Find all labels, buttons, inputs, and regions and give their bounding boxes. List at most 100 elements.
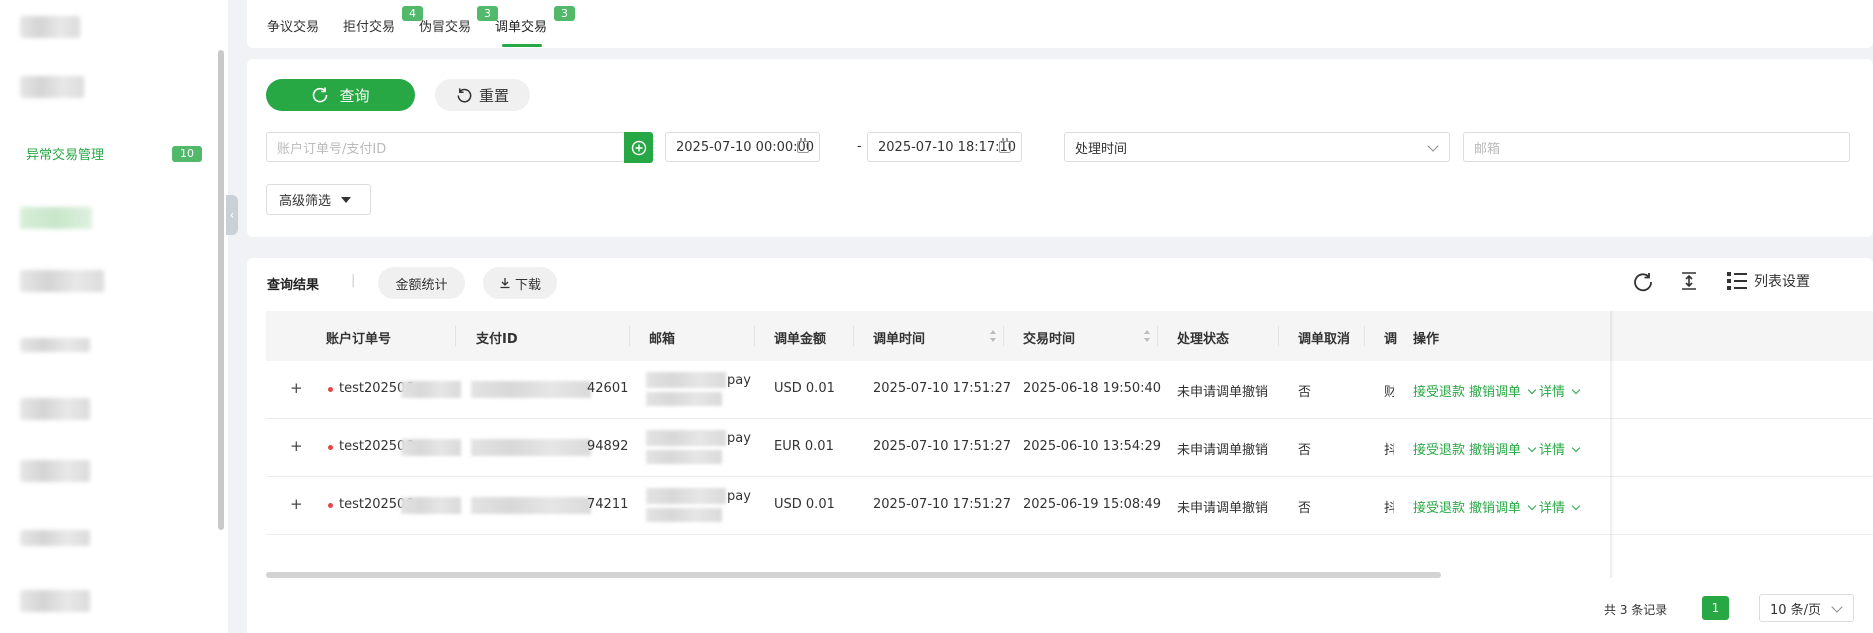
amount-stats-button[interactable]: 金额统计	[378, 267, 465, 299]
start-time-input[interactable]: 2025-07-10 00:00:00	[665, 132, 820, 162]
sidebar-item-label: 异常交易管理	[26, 148, 105, 163]
tab-bar: 争议交易 拒付交易 4 伪冒交易 3 调单交易 3	[247, 0, 1873, 48]
detail-link[interactable]: 详情	[1539, 439, 1581, 458]
revoke-dispute-link[interactable]: 撤销调单	[1469, 439, 1537, 458]
sidebar-item-redacted[interactable]	[20, 270, 104, 292]
chevron-down-icon	[1571, 501, 1581, 511]
sidebar-item-redacted[interactable]	[20, 76, 84, 98]
status-cell: 未申请调单撤销	[1177, 385, 1269, 400]
table-row: + test202506 94892 pay EUR 0.01 2025-07-…	[266, 419, 1873, 477]
column-divider	[1364, 326, 1365, 346]
email-placeholder: 邮箱	[1474, 141, 1501, 157]
plus-circle-icon	[631, 140, 646, 155]
reset-icon	[457, 87, 472, 103]
table-horizontal-scrollbar[interactable]	[266, 572, 1441, 578]
order-id-input[interactable]: 账户订单号/支付ID	[266, 132, 625, 162]
detail-label: 详情	[1539, 385, 1566, 400]
redacted-order-id	[401, 381, 461, 398]
column-header-cancelled: 调单取消	[1298, 332, 1351, 347]
accept-refund-link[interactable]: 接受退款	[1413, 381, 1465, 400]
chevron-left-icon: ‹	[229, 208, 235, 222]
detail-link[interactable]: 详情	[1539, 381, 1581, 400]
time-type-select[interactable]: 处理时间	[1064, 132, 1450, 162]
tab-fraud[interactable]: 伪冒交易	[419, 16, 471, 35]
filter-panel: 查询 重置 账户订单号/支付ID 2025-07-10 00:00:00 - 2…	[247, 59, 1873, 237]
time-type-value: 处理时间	[1075, 141, 1128, 157]
dispute-time-cell: 2025-07-10 17:51:27	[873, 497, 1012, 512]
refresh-icon	[313, 87, 328, 103]
dispute-time-cell: 2025-07-10 17:51:27	[873, 381, 1012, 396]
status-dot	[328, 387, 333, 392]
column-settings-label: 列表设置	[1754, 274, 1810, 290]
email-cell: pay	[727, 489, 751, 504]
trade-time-cell: 2025-06-19 15:08:49	[1023, 497, 1162, 512]
tab-chargeback[interactable]: 拒付交易	[343, 16, 395, 35]
add-order-button[interactable]	[624, 132, 653, 163]
tab-retrieval[interactable]: 调单交易	[495, 16, 547, 35]
advanced-filter-button[interactable]: 高级筛选	[266, 184, 371, 215]
status-cell: 未申请调单撤销	[1177, 443, 1269, 458]
column-divider	[754, 326, 755, 346]
tab-dispute[interactable]: 争议交易	[267, 16, 319, 35]
start-time-value: 2025-07-10 00:00:00	[676, 139, 815, 155]
chevron-down-icon	[1427, 140, 1439, 152]
sidebar-item-redacted[interactable]	[20, 207, 92, 229]
redacted-pay-id	[471, 381, 591, 398]
expand-row-button[interactable]: +	[290, 495, 303, 513]
cancelled-cell: 否	[1298, 443, 1312, 458]
redacted-email	[646, 508, 722, 522]
download-icon	[500, 278, 510, 289]
sidebar-item-abnormal-trade[interactable]: 异常交易管理 10	[26, 144, 202, 163]
sidebar-item-redacted[interactable]	[20, 590, 90, 612]
chevron-down-icon	[1571, 443, 1581, 453]
order-id-placeholder: 账户订单号/支付ID	[277, 141, 387, 157]
redacted-email	[646, 488, 726, 504]
results-title: 查询结果	[267, 278, 320, 293]
end-time-input[interactable]: 2025-07-10 18:17:10	[867, 132, 1022, 162]
sidebar: 异常交易管理 10	[0, 0, 228, 633]
sidebar-item-redacted[interactable]	[20, 338, 90, 352]
cancelled-cell: 否	[1298, 501, 1312, 516]
accept-refund-link[interactable]: 接受退款	[1413, 497, 1465, 516]
sidebar-item-redacted[interactable]	[20, 398, 90, 420]
accept-refund-link[interactable]: 接受退款	[1413, 439, 1465, 458]
caret-down-icon	[341, 196, 352, 203]
expand-row-button[interactable]: +	[290, 379, 303, 397]
email-input[interactable]: 邮箱	[1463, 132, 1850, 162]
revoke-dispute-link[interactable]: 撤销调单	[1469, 381, 1537, 400]
refresh-table-button[interactable]	[1632, 271, 1654, 293]
page-size-value: 10 条/页	[1770, 602, 1822, 618]
sidebar-scrollbar[interactable]	[218, 50, 224, 530]
sidebar-collapse-button[interactable]: ‹	[226, 195, 238, 235]
column-header-order-id: 账户订单号	[326, 332, 392, 347]
page-size-select[interactable]: 10 条/页	[1759, 594, 1854, 622]
redacted-order-id	[401, 497, 461, 514]
sidebar-item-redacted[interactable]	[20, 16, 80, 38]
column-height-icon	[1682, 272, 1696, 290]
email-cell: pay	[727, 431, 751, 446]
results-panel: 查询结果 | 金额统计 下载 列表设置 账户订单号 支付ID 邮箱 调单金额 调…	[247, 258, 1873, 633]
download-button[interactable]: 下载	[483, 267, 557, 299]
reset-button-label: 重置	[478, 87, 509, 105]
page-number-button[interactable]: 1	[1702, 596, 1729, 620]
column-header-trade-time[interactable]: 交易时间	[1023, 328, 1075, 347]
expand-row-button[interactable]: +	[290, 437, 303, 455]
column-header-dispute-time[interactable]: 调单时间	[873, 328, 925, 347]
sort-icon[interactable]	[990, 330, 996, 342]
chevron-down-icon	[1831, 601, 1843, 613]
column-settings-button[interactable]: 列表设置	[1726, 271, 1810, 291]
trade-time-cell: 2025-06-18 19:50:40	[1023, 381, 1162, 396]
query-button[interactable]: 查询	[266, 79, 415, 111]
sidebar-item-redacted[interactable]	[20, 530, 90, 546]
chevron-down-icon	[1527, 443, 1537, 453]
column-divider	[455, 326, 456, 346]
sort-icon[interactable]	[1144, 330, 1150, 342]
column-header-actions: 操作	[1413, 332, 1440, 347]
reset-button[interactable]: 重置	[435, 79, 530, 111]
revoke-dispute-link[interactable]: 撤销调单	[1469, 497, 1537, 516]
density-button[interactable]	[1679, 271, 1699, 291]
detail-link[interactable]: 详情	[1539, 497, 1581, 516]
truncated-cell: 财	[1384, 385, 1394, 400]
sidebar-item-redacted[interactable]	[20, 460, 90, 482]
table-header: 账户订单号 支付ID 邮箱 调单金额 调单时间 交易时间 处理状态 调单取消 调…	[266, 311, 1873, 361]
